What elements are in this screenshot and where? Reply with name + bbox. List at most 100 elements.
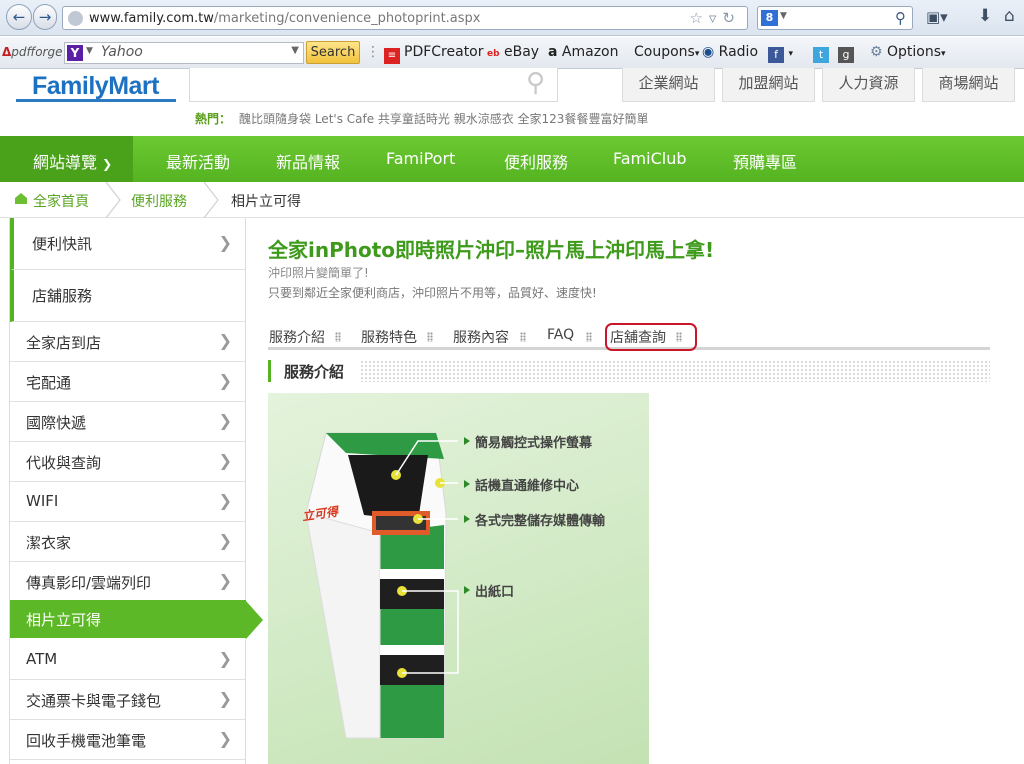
options-menu[interactable]: ⚙ Options▾ bbox=[870, 44, 946, 60]
amazon-link[interactable]: a Amazon bbox=[548, 44, 619, 60]
sidebar-item-atm[interactable]: ATM ❯ bbox=[10, 640, 246, 680]
search-icon[interactable]: ⚲ bbox=[895, 9, 906, 27]
reload-icon[interactable]: ↻ bbox=[722, 9, 741, 27]
sidebar-item-photo-print[interactable]: 相片立可得 bbox=[10, 600, 246, 638]
browser-navigation-bar: ← → www.family.com.tw/marketing/convenie… bbox=[0, 0, 1024, 36]
breadcrumb: 全家首頁 便利服務 相片立可得 bbox=[0, 182, 1024, 218]
chevron-right-icon: ❯ bbox=[218, 411, 232, 430]
nav-item-services[interactable]: 便利服務 bbox=[504, 149, 568, 173]
url-actions: ☆▿↻ bbox=[689, 9, 741, 27]
tab-content[interactable]: 服務內容 bbox=[453, 327, 509, 347]
callout-pointer-icon bbox=[464, 515, 470, 523]
breadcrumb-home[interactable]: 全家首頁 bbox=[33, 191, 89, 211]
facebook-button[interactable]: f ▾ bbox=[768, 44, 793, 63]
bookmarks-menu-icon[interactable]: ▣▾ bbox=[926, 8, 948, 26]
ebay-link[interactable]: eb eBay bbox=[487, 44, 539, 60]
sidebar-item-laundry[interactable]: 潔衣家 ❯ bbox=[10, 522, 246, 562]
sidebar-item-wifi[interactable]: WIFI ❯ bbox=[10, 482, 246, 522]
yahoo-search-button[interactable]: Search bbox=[306, 41, 360, 64]
yahoo-dropdown-icon[interactable]: ▼ bbox=[291, 45, 299, 56]
tab-separator-icon bbox=[520, 332, 526, 342]
amazon-icon: a bbox=[548, 44, 558, 60]
download-icon[interactable]: ⬇ bbox=[978, 6, 992, 26]
star-icon[interactable]: ☆ bbox=[689, 9, 708, 27]
toolbar-grip-icon: ⋮ bbox=[366, 44, 380, 60]
familymart-logo[interactable]: FamilyMart bbox=[16, 70, 176, 102]
search-icon[interactable]: ⚲ bbox=[526, 68, 545, 98]
nav-item-new-products[interactable]: 新品情報 bbox=[276, 149, 340, 173]
forward-button[interactable]: → bbox=[33, 4, 57, 30]
search-engine-icon[interactable]: 8 bbox=[761, 10, 778, 26]
coupons-link[interactable]: Coupons▾ bbox=[634, 44, 699, 60]
tab-faq[interactable]: FAQ bbox=[547, 327, 574, 343]
chevron-right-icon: ❯ bbox=[218, 233, 232, 252]
tab-separator-icon bbox=[427, 332, 433, 342]
breadcrumb-separator-icon bbox=[105, 182, 121, 218]
logo-text: FamilyMart bbox=[32, 72, 159, 100]
tab-separator-icon bbox=[335, 332, 341, 342]
callout-pointer-icon bbox=[464, 480, 470, 488]
pdfforge-link[interactable]: ᐃpdfforge bbox=[2, 45, 62, 59]
nav-item-preorder[interactable]: 預購專區 bbox=[733, 149, 797, 173]
browser-search-box[interactable]: 8 ▼ ⚲ bbox=[757, 6, 913, 30]
callout-service-phone: 話機直通維修中心 bbox=[475, 479, 580, 494]
sidebar-item-store-to-store[interactable]: 全家店到店 ❯ bbox=[10, 322, 246, 362]
sidebar-item-intl-express[interactable]: 國際快遞 ❯ bbox=[10, 402, 246, 442]
tab-features[interactable]: 服務特色 bbox=[361, 327, 417, 347]
ebay-icon: eb bbox=[487, 49, 500, 59]
sidebar-item-store-services[interactable]: 店舖服務 bbox=[10, 270, 246, 322]
gear-icon: ⚙ bbox=[870, 44, 883, 60]
address-bar[interactable]: www.family.com.tw/marketing/convenience_… bbox=[62, 6, 748, 30]
hot-links[interactable]: 醜比頭隨身袋 Let's Cafe 共享童話時光 親水涼感衣 全家123餐餐豐富… bbox=[239, 112, 648, 126]
chevron-down-icon: ❯ bbox=[102, 157, 113, 171]
chevron-right-icon: ❯ bbox=[218, 371, 232, 390]
googleplus-icon: g bbox=[838, 47, 854, 63]
sidebar-item-transit-card[interactable]: 交通票卡與電子錢包 ❯ bbox=[10, 680, 246, 720]
home-icon[interactable]: ⌂ bbox=[1004, 6, 1015, 26]
dropdown-icon[interactable]: ▿ bbox=[709, 9, 723, 27]
sidebar-item-delivery[interactable]: 宅配通 ❯ bbox=[10, 362, 246, 402]
section-title: 服務介紹 bbox=[284, 363, 345, 381]
top-link-mall[interactable]: 商場網站 bbox=[922, 68, 1015, 102]
chevron-right-icon: ❯ bbox=[218, 571, 232, 590]
url-text: www.family.com.tw/marketing/convenience_… bbox=[89, 11, 481, 26]
tab-service-intro[interactable]: 服務介紹 bbox=[269, 327, 325, 347]
googleplus-button[interactable]: g bbox=[838, 44, 854, 63]
hot-keywords: 熱門： 醜比頭隨身袋 Let's Cafe 共享童話時光 親水涼感衣 全家123餐… bbox=[195, 110, 648, 127]
section-accent-bar bbox=[268, 360, 271, 382]
top-link-careers[interactable]: 人力資源 bbox=[822, 68, 915, 102]
twitter-button[interactable]: t bbox=[813, 44, 829, 63]
inphoto-kiosk-image: 立可得 簡易觸控式操作螢幕 話機直通維修中心 各式完整儲存媒體傳輸 出紙口 bbox=[268, 393, 649, 764]
callout-pointer-icon bbox=[464, 437, 470, 445]
yahoo-engine-dropdown-icon[interactable]: ▼ bbox=[86, 46, 93, 56]
breadcrumb-services[interactable]: 便利服務 bbox=[131, 191, 187, 211]
callout-pointer-icon bbox=[464, 586, 470, 594]
nav-item-sitemap[interactable]: 網站導覽 ❯ bbox=[33, 149, 112, 173]
sidebar-item-collection[interactable]: 代收與查詢 ❯ bbox=[10, 442, 246, 482]
active-item-arrow bbox=[246, 601, 263, 639]
top-link-corporate[interactable]: 企業網站 bbox=[622, 68, 715, 102]
nav-item-famiport[interactable]: FamiPort bbox=[386, 149, 455, 168]
back-button[interactable]: ← bbox=[6, 4, 32, 30]
chevron-right-icon: ❯ bbox=[218, 689, 232, 708]
home-icon bbox=[15, 193, 27, 204]
nav-item-events[interactable]: 最新活動 bbox=[166, 149, 230, 173]
sidebar-item-fax-print[interactable]: 傳真影印/雲端列印 ❯ bbox=[10, 562, 246, 602]
chevron-right-icon: ❯ bbox=[218, 451, 232, 470]
bookmarks-toolbar: ᐃpdfforge Y ▼ Yahoo ▼ Search ⋮ ≡ PDFCreat… bbox=[0, 37, 1024, 69]
site-search-input[interactable]: ⚲ bbox=[189, 68, 558, 102]
breadcrumb-separator-icon bbox=[203, 182, 219, 218]
hot-label: 熱門： bbox=[195, 112, 232, 126]
sidebar-item-recycle[interactable]: 回收手機電池筆電 ❯ bbox=[10, 720, 246, 760]
sidebar-item-news[interactable]: 便利快訊 ❯ bbox=[10, 218, 246, 270]
yahoo-placeholder: Yahoo bbox=[101, 44, 143, 60]
engine-dropdown-icon[interactable]: ▼ bbox=[780, 11, 787, 21]
top-link-franchise[interactable]: 加盟網站 bbox=[722, 68, 815, 102]
callout-media-transfer: 各式完整儲存媒體傳輸 bbox=[475, 514, 606, 529]
chevron-right-icon: ❯ bbox=[218, 331, 232, 350]
facebook-icon: f bbox=[768, 47, 784, 63]
nav-item-famiclub[interactable]: FamiClub bbox=[613, 149, 686, 168]
pdfcreator-link[interactable]: ≡ PDFCreator bbox=[384, 44, 484, 64]
yahoo-search-field[interactable]: Y ▼ Yahoo ▼ bbox=[64, 42, 304, 64]
radio-link[interactable]: ◉ Radio bbox=[702, 44, 758, 60]
